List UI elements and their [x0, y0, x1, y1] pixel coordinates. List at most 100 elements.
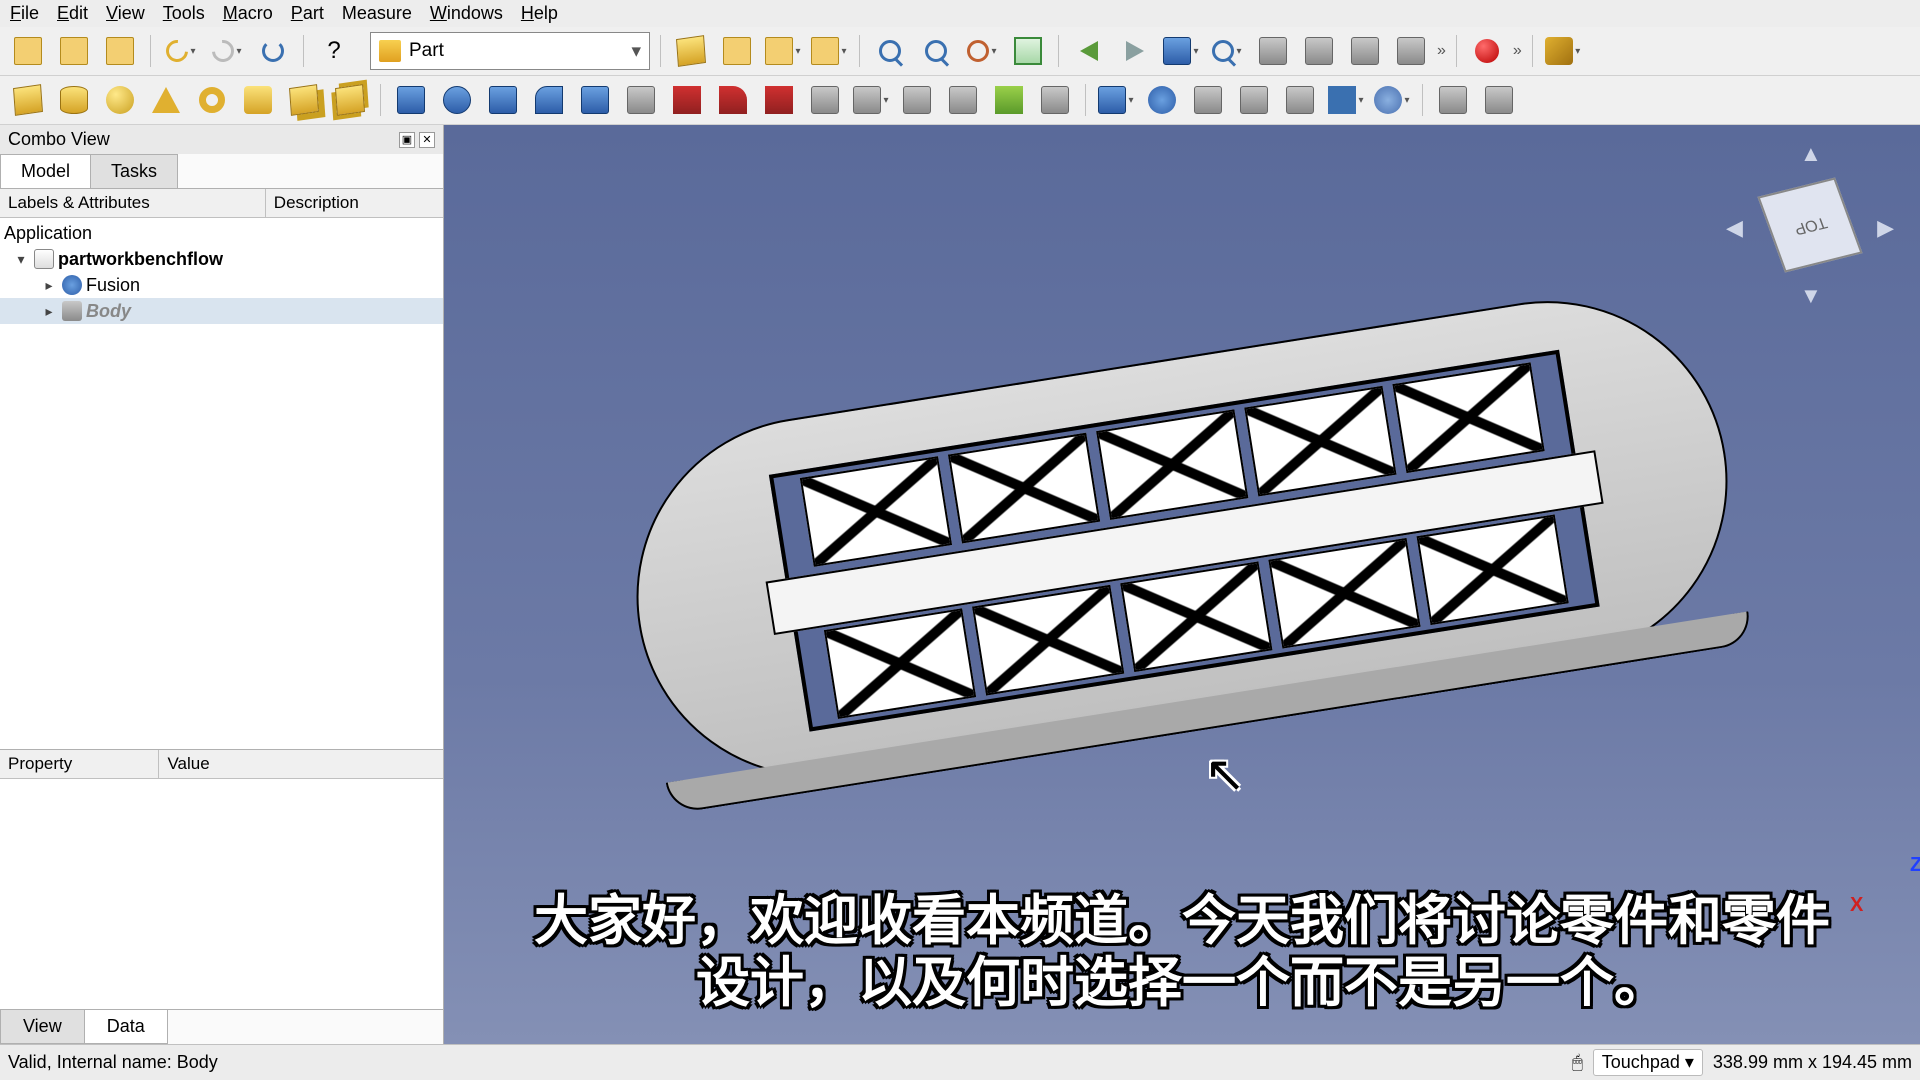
part-section-button[interactable]: [759, 80, 799, 120]
navigation-style-selector[interactable]: Touchpad ▾: [1593, 1049, 1703, 1076]
tab-model[interactable]: Model: [0, 154, 91, 188]
tree-item-label: Fusion: [86, 275, 140, 296]
menu-help[interactable]: Help: [521, 3, 558, 24]
part-cone-button[interactable]: [146, 80, 186, 120]
part-extrude-button[interactable]: [391, 80, 431, 120]
navcube-left-icon[interactable]: ◀: [1726, 215, 1743, 241]
nav-back-button[interactable]: [1069, 31, 1109, 71]
view-front-button[interactable]: [1299, 31, 1339, 71]
bounding-box-button[interactable]: [1008, 31, 1048, 71]
part-cut-button[interactable]: [1188, 80, 1228, 120]
part-split-button[interactable]: [1372, 80, 1412, 120]
part-fillet-button[interactable]: [529, 80, 569, 120]
part-cylinder-button[interactable]: [54, 80, 94, 120]
menu-tools[interactable]: Tools: [163, 3, 205, 24]
3d-viewport[interactable]: ↖ ▲ ▼ ◀ ▶ TOP Z X Y 大家好，欢迎收看本频道。今天我们将讨论零…: [444, 125, 1920, 1044]
menu-measure[interactable]: Measure: [342, 3, 412, 24]
tree-document-label: partworkbenchflow: [58, 249, 223, 270]
navcube-right-icon[interactable]: ▶: [1877, 215, 1894, 241]
part-torus-button[interactable]: [192, 80, 232, 120]
navcube-down-icon[interactable]: ▼: [1800, 283, 1822, 309]
part-loft-button[interactable]: [667, 80, 707, 120]
part-tube-button[interactable]: [238, 80, 278, 120]
expand-icon[interactable]: ▸: [40, 303, 58, 320]
new-document-button[interactable]: [8, 31, 48, 71]
tree-document-row[interactable]: ▾ partworkbenchflow: [0, 246, 443, 272]
fit-selection-icon: [925, 40, 947, 62]
model-tree[interactable]: Application ▾ partworkbenchflow ▸ Fusion…: [0, 218, 443, 749]
menu-part[interactable]: Part: [291, 3, 324, 24]
part-cross-sections-button[interactable]: [805, 80, 845, 120]
property-panel[interactable]: [0, 779, 443, 1010]
toolbar-overflow-1[interactable]: »: [1437, 42, 1446, 60]
part-projection-button[interactable]: [943, 80, 983, 120]
part-primitives-button[interactable]: [284, 80, 324, 120]
isometric-button[interactable]: [1161, 31, 1201, 71]
view-right-button[interactable]: [1391, 31, 1431, 71]
open-button[interactable]: [54, 31, 94, 71]
menu-windows[interactable]: Windows: [430, 3, 503, 24]
fusion-icon: [62, 275, 82, 295]
save-button[interactable]: [100, 31, 140, 71]
nav-forward-button[interactable]: [1115, 31, 1155, 71]
tab-data[interactable]: Data: [84, 1010, 168, 1044]
fit-all-button[interactable]: [870, 31, 910, 71]
menu-view[interactable]: View: [106, 3, 145, 24]
part-chamfer-button[interactable]: [575, 80, 615, 120]
part-thickness-button[interactable]: [897, 80, 937, 120]
panel-close-button[interactable]: ✕: [419, 132, 435, 148]
refresh-button[interactable]: [253, 31, 293, 71]
whats-this-button[interactable]: ?: [314, 31, 354, 71]
draw-style-button[interactable]: [962, 31, 1002, 71]
zoom-button[interactable]: [1207, 31, 1247, 71]
create-part-button[interactable]: [671, 31, 711, 71]
part-sphere-button[interactable]: [100, 80, 140, 120]
part-box-button[interactable]: [8, 80, 48, 120]
part-ruled-button[interactable]: [621, 80, 661, 120]
navcube-face[interactable]: TOP: [1757, 178, 1862, 273]
part-boolean-button[interactable]: [1142, 80, 1182, 120]
view-top-button[interactable]: [1345, 31, 1385, 71]
part-builder-button[interactable]: [330, 80, 370, 120]
tab-view[interactable]: View: [0, 1010, 85, 1044]
fillet-icon: [535, 86, 563, 114]
macro-record-button[interactable]: [1467, 31, 1507, 71]
redo-button[interactable]: [207, 31, 247, 71]
view-iso-button[interactable]: [1253, 31, 1293, 71]
link-actions-button[interactable]: [809, 31, 849, 71]
workbench-selector[interactable]: Part ▾: [370, 32, 650, 70]
tree-item-body[interactable]: ▸ Body: [0, 298, 443, 324]
part-compound-button[interactable]: [1096, 80, 1136, 120]
create-group-button[interactable]: [717, 31, 757, 71]
part-attachment-button[interactable]: [1035, 80, 1075, 120]
part-common-button[interactable]: [1280, 80, 1320, 120]
tab-tasks[interactable]: Tasks: [90, 154, 178, 188]
expand-icon[interactable]: ▸: [40, 277, 58, 294]
save-icon: [106, 37, 134, 65]
part-color-button[interactable]: [989, 80, 1029, 120]
navigation-cube[interactable]: ▲ ▼ ◀ ▶ TOP: [1730, 145, 1890, 305]
toolbar-overflow-2[interactable]: »: [1513, 42, 1522, 60]
menu-macro[interactable]: Macro: [223, 3, 273, 24]
link-make-button[interactable]: [763, 31, 803, 71]
tree-application-row[interactable]: Application: [0, 220, 443, 246]
part-revolve-button[interactable]: [437, 80, 477, 120]
expand-icon[interactable]: ▾: [12, 251, 30, 268]
navcube-up-icon[interactable]: ▲: [1800, 141, 1822, 167]
part-check-geometry-button[interactable]: [1433, 80, 1473, 120]
mouse-mode-icon: 🖱: [1572, 1052, 1583, 1073]
cross-sections-icon: [811, 86, 839, 114]
part-fuse-button[interactable]: [1234, 80, 1274, 120]
part-defeaturing-button[interactable]: [1479, 80, 1519, 120]
menu-edit[interactable]: Edit: [57, 3, 88, 24]
measure-button[interactable]: [1543, 31, 1583, 71]
part-join-button[interactable]: [1326, 80, 1366, 120]
fit-selection-button[interactable]: [916, 31, 956, 71]
part-offset3d-button[interactable]: [851, 80, 891, 120]
tree-item-fusion[interactable]: ▸ Fusion: [0, 272, 443, 298]
undo-button[interactable]: [161, 31, 201, 71]
part-mirror-button[interactable]: [483, 80, 523, 120]
part-sweep-button[interactable]: [713, 80, 753, 120]
menu-file[interactable]: File: [10, 3, 39, 24]
panel-float-button[interactable]: ▣: [399, 132, 415, 148]
